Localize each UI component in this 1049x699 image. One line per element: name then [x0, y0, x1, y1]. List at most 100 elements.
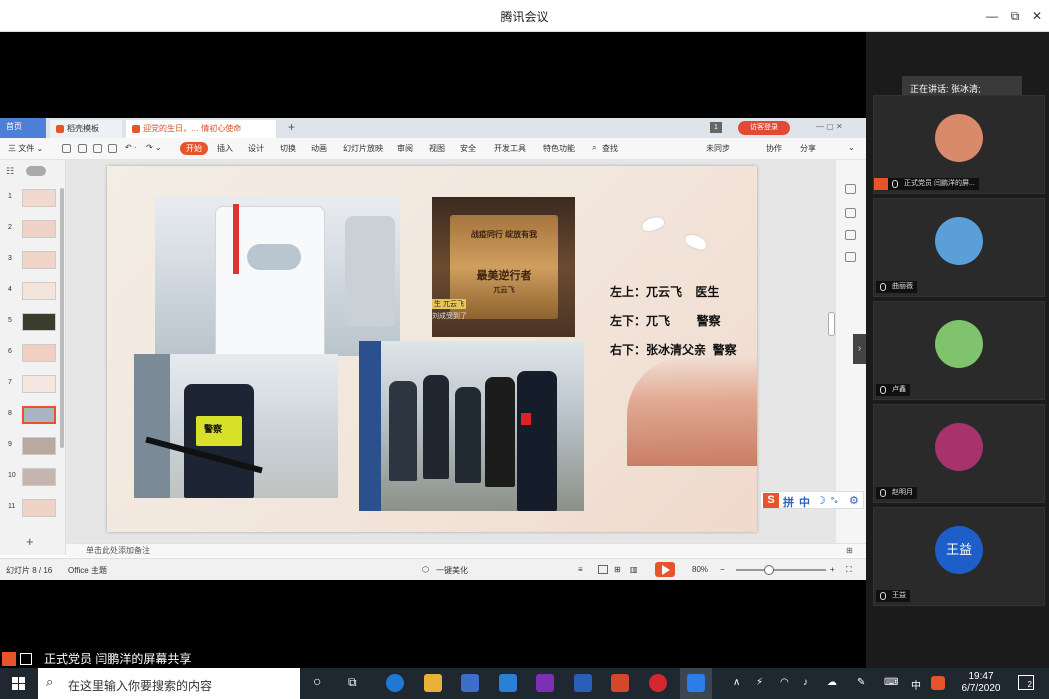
menu-design[interactable]: 设计: [248, 143, 264, 154]
netease-music-icon[interactable]: [649, 674, 667, 692]
share-button[interactable]: 分享: [800, 143, 816, 154]
undo-icon[interactable]: ↶ ·: [125, 143, 137, 152]
windows-start-icon[interactable]: [0, 668, 38, 699]
taskbar-search-input[interactable]: ⌕ 在这里输入你要搜索的内容: [38, 668, 300, 699]
thumbnail-5[interactable]: 5: [0, 312, 60, 332]
thumbnail-3[interactable]: 3: [0, 250, 60, 270]
layers-icon[interactable]: [845, 230, 856, 240]
thumbnail-6[interactable]: 6: [0, 343, 60, 363]
task-view-icon[interactable]: ⧉: [348, 675, 357, 690]
file-explorer-icon[interactable]: [424, 674, 442, 692]
menu-slideshow[interactable]: 幻灯片放映: [343, 143, 383, 154]
thumbnail-view-toggle[interactable]: [26, 166, 46, 176]
wrench-icon[interactable]: ⚙: [849, 494, 859, 507]
beautify-button[interactable]: 一键美化: [436, 565, 468, 576]
settings-icon[interactable]: [845, 252, 856, 262]
thumbnail-9[interactable]: 9: [0, 436, 60, 456]
notes-bar[interactable]: 单击此处添加备注 ⊞: [66, 543, 866, 557]
menu-start[interactable]: 开始: [180, 142, 208, 155]
moon-icon[interactable]: ☽: [816, 494, 826, 507]
file-menu[interactable]: 三 文件 ⌄: [8, 143, 43, 154]
zoom-slider-track[interactable]: [736, 569, 826, 571]
properties-icon[interactable]: [845, 184, 856, 194]
wifi-icon[interactable]: ◠: [780, 677, 789, 688]
menu-animation[interactable]: 动画: [311, 143, 327, 154]
play-slideshow-button[interactable]: [655, 562, 675, 577]
menu-developer[interactable]: 开发工具: [494, 143, 526, 154]
participant-tile-2[interactable]: 曲丽薇: [873, 198, 1045, 297]
punctuation-icon[interactable]: °₀: [831, 496, 838, 505]
menu-view[interactable]: 视图: [429, 143, 445, 154]
collab-button[interactable]: 协作: [766, 143, 782, 154]
participant-tile-4[interactable]: 赵明月: [873, 404, 1045, 503]
tab-document[interactable]: 迎党的生日，… 情初心使命: [126, 120, 276, 138]
ime-chinese[interactable]: 中: [799, 494, 810, 510]
tab-template[interactable]: 稻壳模板: [50, 120, 122, 138]
collapse-panel-button[interactable]: ›: [853, 334, 866, 364]
thumbnail-4[interactable]: 4: [0, 281, 60, 301]
thumbnail-scrollbar[interactable]: [60, 188, 64, 448]
edge-icon[interactable]: [386, 674, 404, 692]
add-slide-button[interactable]: +: [26, 534, 34, 549]
zoom-slider-knob[interactable]: [764, 565, 774, 575]
beautify-icon[interactable]: ⬡: [422, 565, 429, 574]
cortana-icon[interactable]: ○: [313, 673, 321, 689]
visitor-login-button[interactable]: 访客登录: [738, 121, 790, 135]
thumbnail-2[interactable]: 2: [0, 219, 60, 239]
word-icon[interactable]: [574, 674, 592, 692]
reading-view-icon[interactable]: ▥: [630, 565, 638, 574]
tab-count-badge[interactable]: 1: [710, 122, 722, 133]
thumbnail-10[interactable]: 10: [0, 467, 60, 487]
powerpoint-icon[interactable]: [611, 674, 629, 692]
canvas-scrollbar[interactable]: [828, 312, 835, 336]
outline-icon[interactable]: ☷: [6, 166, 14, 177]
search-icon[interactable]: ⌕: [592, 143, 596, 153]
minimize-button[interactable]: —: [982, 6, 1002, 26]
preview-icon[interactable]: [108, 144, 117, 153]
menu-features[interactable]: 特色功能: [543, 143, 575, 154]
tab-home[interactable]: 首页: [0, 118, 46, 138]
tencent-meeting-taskbar-item[interactable]: [680, 668, 712, 699]
cloud-icon[interactable]: ☁: [827, 677, 837, 688]
onenote-icon[interactable]: [536, 674, 554, 692]
new-tab-icon[interactable]: +: [288, 120, 295, 134]
print-icon[interactable]: [93, 144, 102, 153]
chevron-down-icon[interactable]: ⌄: [848, 143, 855, 152]
thumbnail-8[interactable]: 8: [0, 405, 60, 425]
thumbnail-1[interactable]: 1: [0, 188, 60, 208]
sorter-view-icon[interactable]: ⊞: [614, 565, 621, 574]
menu-security[interactable]: 安全: [460, 143, 476, 154]
fit-window-icon[interactable]: ⛶: [846, 565, 852, 575]
input-mode-indicator[interactable]: 中: [911, 677, 921, 692]
ime-pinyin[interactable]: 拼: [783, 494, 794, 510]
sogou-tray-icon[interactable]: [931, 676, 945, 690]
maximize-button[interactable]: ⧉: [1005, 6, 1025, 26]
ime-toolbar[interactable]: S 拼 中 ☽ °₀ ⚙: [760, 491, 864, 509]
notes-toggle-icon[interactable]: ≡: [578, 565, 583, 574]
export-icon[interactable]: [78, 144, 87, 153]
participant-tile-3[interactable]: 卢鑫: [873, 301, 1045, 400]
normal-view-icon[interactable]: [598, 565, 608, 574]
grid-icon[interactable]: ⊞: [846, 546, 853, 555]
wps-window-controls-icon[interactable]: — ▢ ✕: [816, 122, 843, 131]
volume-icon[interactable]: ♪: [803, 677, 808, 688]
participant-tile-1[interactable]: 正式党员 闫鹏洋的屏...: [873, 95, 1045, 194]
keyboard-icon[interactable]: ⌨: [884, 677, 898, 688]
show-hidden-icons[interactable]: ∧: [733, 677, 740, 688]
mail-icon[interactable]: [499, 674, 517, 692]
menu-insert[interactable]: 插入: [217, 143, 233, 154]
zoom-level[interactable]: 80%: [692, 565, 708, 574]
thumbnail-7[interactable]: 7: [0, 374, 60, 394]
power-icon[interactable]: ⚡: [756, 677, 763, 688]
animation-icon[interactable]: [845, 208, 856, 218]
notification-center-icon[interactable]: 2: [1018, 675, 1034, 690]
menu-transition[interactable]: 切换: [280, 143, 296, 154]
save-icon[interactable]: [62, 144, 71, 153]
participant-tile-5[interactable]: 王益 王益: [873, 507, 1045, 606]
redo-icon[interactable]: ↷ ⌄: [146, 143, 162, 152]
thumbnail-11[interactable]: 11: [0, 498, 60, 518]
taskbar-clock[interactable]: 19:47 6/7/2020: [956, 671, 1006, 695]
zoom-out-button[interactable]: −: [720, 565, 725, 574]
close-button[interactable]: ✕: [1027, 6, 1047, 26]
slide[interactable]: 战疫同行 绽放有我 最美逆行者 兀云飞 生 兀云飞 刘成受到了 警察 左上：兀云…: [107, 166, 757, 532]
